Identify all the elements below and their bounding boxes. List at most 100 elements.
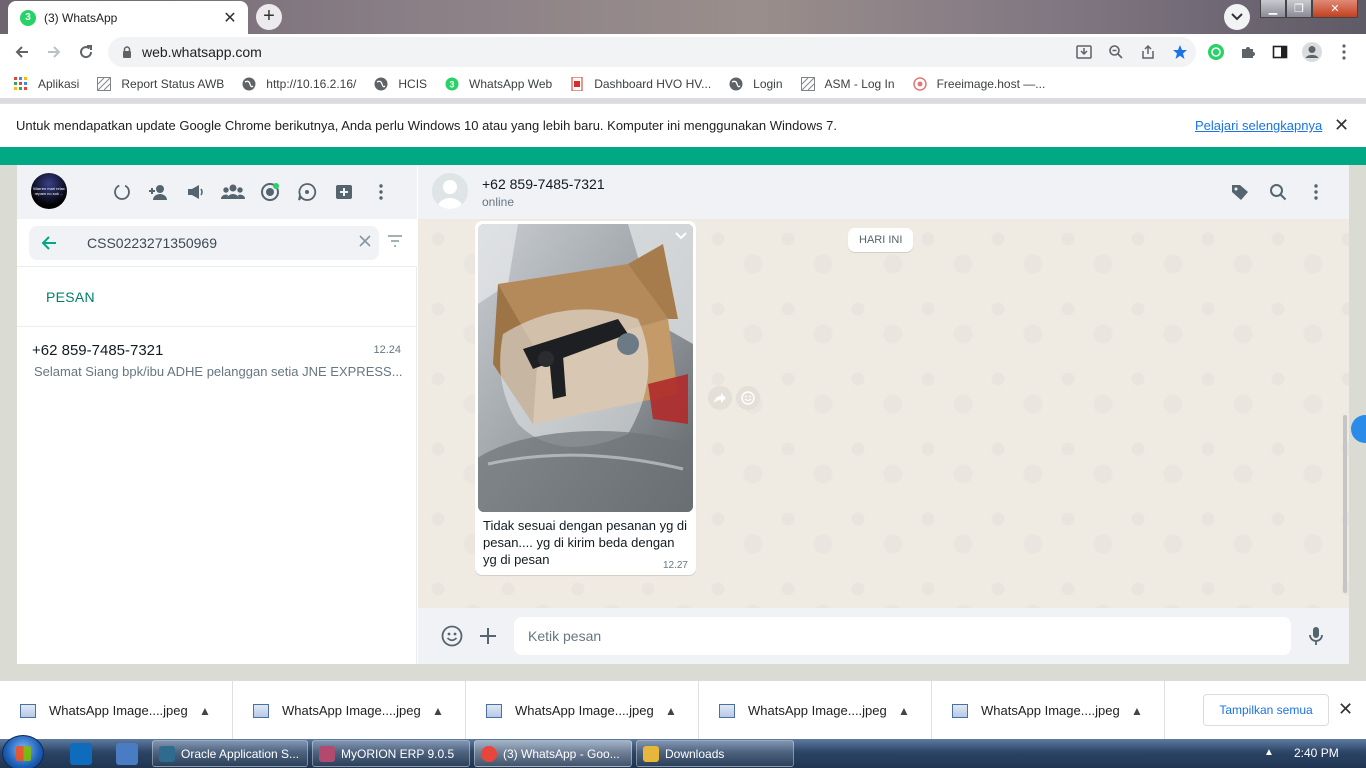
add-contact-button[interactable] [140, 177, 177, 207]
search-row [17, 219, 417, 267]
search-back-button[interactable] [29, 235, 69, 251]
learn-more-link[interactable]: Pelajari selengkapnya [1195, 118, 1322, 133]
image-file-icon [20, 703, 36, 718]
forward-button[interactable] [38, 36, 70, 68]
start-button[interactable] [2, 735, 44, 768]
new-chat-icon [335, 185, 352, 199]
search-chat-button[interactable] [1259, 177, 1297, 207]
close-window-button[interactable]: ✕ [1312, 0, 1358, 18]
voice-message-button[interactable] [1301, 621, 1331, 651]
chat-menu-button[interactable] [1297, 177, 1335, 207]
chevron-up-icon[interactable]: ▲ [199, 704, 211, 718]
bookmark-freeimage[interactable]: Freeimage.host —... [912, 77, 1045, 91]
bookmark-ip-address[interactable]: http://10.16.2.16/ [242, 77, 356, 91]
task-label: MyORION ERP 9.0.5 [341, 746, 455, 761]
taskbar-task-downloads[interactable]: Downloads [636, 740, 794, 767]
system-clock[interactable]: 2:40 PM [1294, 746, 1339, 760]
microphone-icon [1309, 627, 1323, 645]
folder-icon [643, 745, 659, 762]
extension-whatsapp-button[interactable] [1200, 36, 1232, 68]
tab-search-button[interactable] [1224, 4, 1250, 30]
infobar-close-icon[interactable]: ✕ [1334, 115, 1349, 136]
message-list-scrollbar[interactable] [1343, 415, 1347, 593]
communities-button[interactable] [214, 177, 251, 207]
freeimage-icon [912, 77, 927, 91]
tab-close-icon[interactable]: ✕ [222, 8, 238, 28]
address-bar[interactable]: web.whatsapp.com [108, 37, 1196, 67]
new-tab-button[interactable]: + [256, 4, 282, 30]
sidebar-menu-button[interactable] [362, 177, 399, 207]
taskbar-task-oracle[interactable]: Oracle Application S... [152, 740, 308, 767]
tray-expand-icon[interactable]: ▲ [1264, 747, 1274, 758]
broadcast-button[interactable] [177, 177, 214, 207]
bookmarks-bar: Aplikasi Report Status AWB http://10.16.… [0, 70, 1366, 98]
search-result-item[interactable]: +62 859-7485-7321 12.24 Selamat Siang bp… [17, 330, 417, 390]
zoom-button[interactable] [1100, 37, 1132, 67]
share-button[interactable] [1132, 37, 1164, 67]
quicklaunch-icon[interactable] [116, 743, 138, 765]
new-chat-button[interactable] [325, 177, 362, 207]
show-all-downloads-button[interactable]: Tampilkan semua [1203, 694, 1329, 726]
chevron-up-icon[interactable]: ▲ [898, 704, 910, 718]
reload-button[interactable] [70, 36, 102, 68]
attach-button[interactable] [473, 621, 503, 651]
extensions-button[interactable] [1232, 36, 1264, 68]
chevron-up-icon[interactable]: ▲ [1131, 704, 1143, 718]
chevron-up-icon[interactable]: ▲ [432, 704, 444, 718]
search-clear-button[interactable] [359, 235, 371, 250]
chevron-up-icon[interactable]: ▲ [665, 704, 677, 718]
react-button[interactable] [736, 386, 760, 410]
search-input[interactable] [87, 235, 337, 251]
emoji-button[interactable] [437, 621, 467, 651]
side-panel-button[interactable] [1264, 36, 1296, 68]
bookmark-star-button[interactable] [1164, 37, 1196, 67]
bookmark-asm-login[interactable]: ASM - Log In [800, 77, 895, 91]
result-preview: Selamat Siang bpk/ibu ADHE pelanggan set… [32, 364, 402, 379]
lock-icon[interactable] [122, 46, 132, 58]
message-list[interactable]: Tidak sesuai dengan pesanan yg di pesan.… [418, 219, 1349, 608]
my-profile-avatar[interactable]: Warren mari relax repam no sok ... [31, 173, 67, 209]
status-button[interactable] [103, 177, 140, 207]
bookmark-login[interactable]: Login [729, 77, 783, 91]
filter-button[interactable] [387, 235, 403, 250]
install-app-button[interactable] [1068, 37, 1100, 67]
globe-icon [242, 77, 256, 91]
message-composer[interactable] [514, 617, 1291, 655]
incoming-image-message[interactable]: Tidak sesuai dengan pesanan yg di pesan.… [475, 221, 696, 575]
taskbar-task-chrome[interactable]: (3) WhatsApp - Goo... [474, 740, 632, 767]
download-item[interactable]: WhatsApp Image....jpeg ▲ [0, 681, 233, 740]
label-button[interactable] [1221, 177, 1259, 207]
downloads-close-icon[interactable]: ✕ [1338, 699, 1353, 720]
forward-button[interactable] [708, 386, 732, 410]
outlook-quicklaunch-icon[interactable] [70, 743, 92, 765]
chevron-down-icon [1231, 13, 1243, 21]
download-item[interactable]: WhatsApp Image....jpeg ▲ [932, 681, 1165, 740]
channels-button[interactable] [251, 177, 288, 207]
whatsapp-app: Warren mari relax repam no sok ... CSS02… [17, 165, 1349, 664]
download-item[interactable]: WhatsApp Image....jpeg ▲ [699, 681, 932, 740]
minimize-button[interactable]: ▁ [1260, 0, 1286, 18]
message-photo[interactable] [478, 224, 693, 512]
bookmark-report-status-awb[interactable]: Report Status AWB [97, 77, 224, 91]
profile-button[interactable] [1296, 36, 1328, 68]
tab-whatsapp[interactable]: 3 (3) WhatsApp ✕ [8, 1, 248, 34]
bookmark-hcis[interactable]: HCIS [374, 77, 427, 91]
back-button[interactable] [6, 36, 38, 68]
bookmark-dashboard-hvo[interactable]: Dashboard HVO HV... [570, 77, 711, 91]
taskbar-task-myorion[interactable]: MyORION ERP 9.0.5 [312, 740, 470, 767]
message-options-chevron-icon[interactable] [675, 228, 687, 243]
contact-avatar[interactable] [432, 173, 468, 209]
download-item[interactable]: WhatsApp Image....jpeg ▲ [466, 681, 699, 740]
add-person-icon [148, 185, 167, 200]
download-item[interactable]: WhatsApp Image....jpeg ▲ [233, 681, 466, 740]
window-controls: ▁ ❐ ✕ [1260, 0, 1358, 18]
message-input[interactable] [528, 628, 1268, 644]
bookmark-label: HCIS [398, 77, 428, 91]
bookmark-aplikasi[interactable]: Aplikasi [14, 77, 79, 91]
new-chat-bubble-button[interactable] [288, 177, 325, 207]
bookmark-whatsapp-web[interactable]: 3 WhatsApp Web [445, 77, 552, 91]
browser-menu-button[interactable] [1328, 36, 1360, 68]
conversation-header[interactable]: +62 859-7485-7321 online [418, 165, 1349, 219]
browser-toolbar: web.whatsapp.com [0, 34, 1366, 70]
maximize-button[interactable]: ❐ [1286, 0, 1312, 18]
